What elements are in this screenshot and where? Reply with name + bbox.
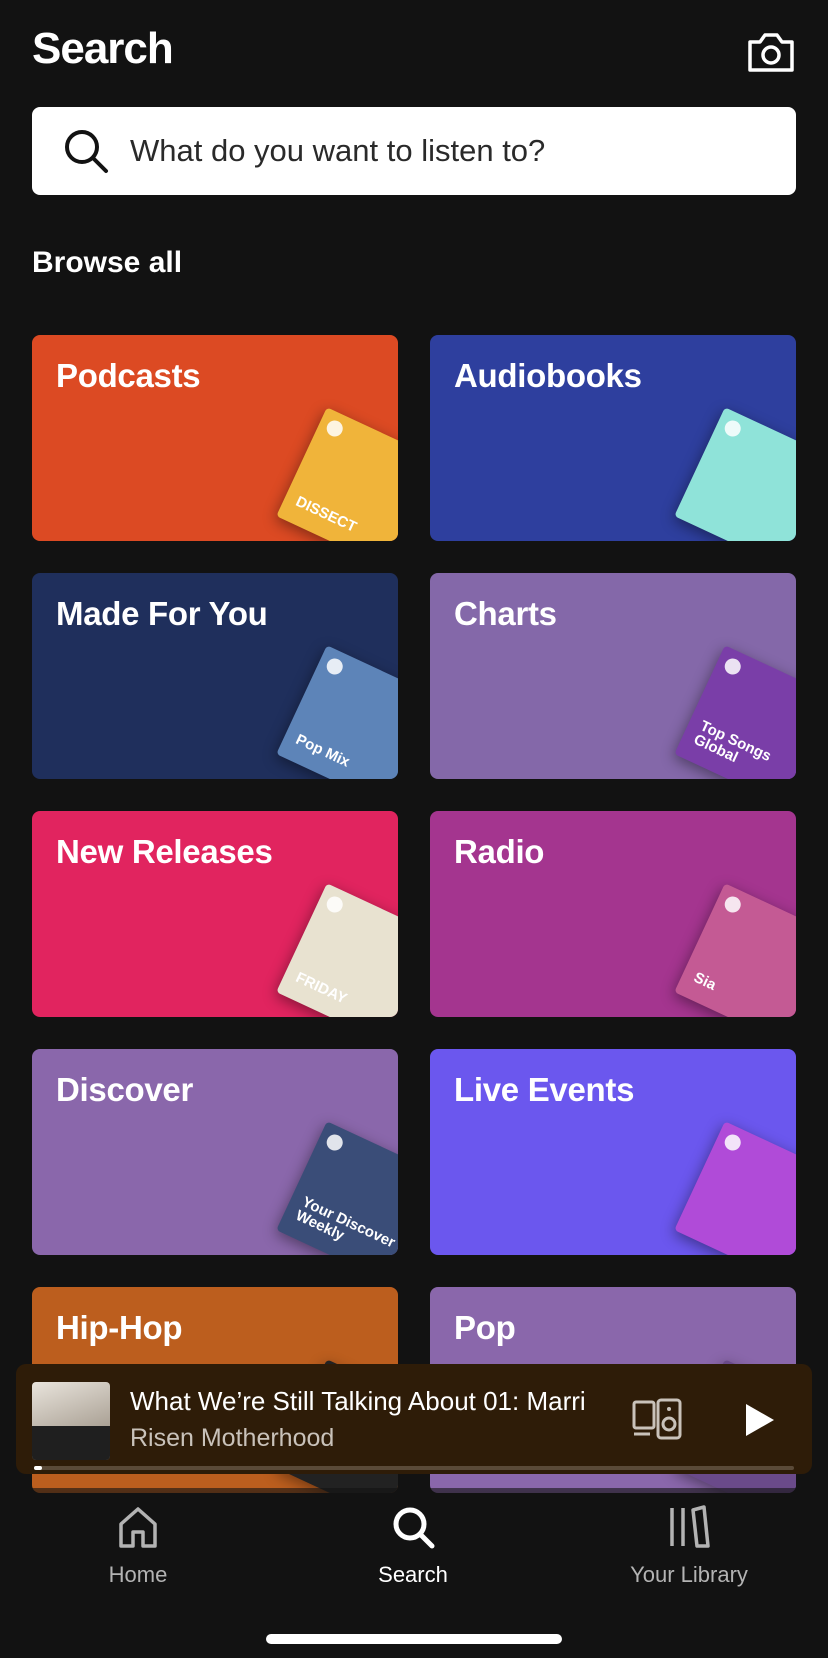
category-art: DISSECT — [276, 407, 398, 541]
category-label: Hip-Hop — [56, 1309, 183, 1346]
search-input[interactable] — [128, 132, 732, 170]
category-art: Your Discover Weekly — [276, 1121, 398, 1255]
progress-fill — [34, 1466, 42, 1470]
now-playing-artist: Risen Motherhood — [130, 1424, 335, 1452]
category-label: Radio — [454, 833, 545, 870]
category-art: FRIDAY — [276, 883, 398, 1017]
browse-all-heading: Browse all — [32, 246, 183, 279]
category-label: Discover — [56, 1071, 194, 1108]
devices-icon[interactable] — [632, 1398, 684, 1442]
category-art: Sia — [674, 883, 796, 1017]
category-label: Audiobooks — [454, 357, 642, 394]
category-card-new-releases[interactable]: New Releases FRIDAY — [32, 811, 398, 1017]
nav-label: Your Library — [630, 1562, 748, 1587]
category-card-audiobooks[interactable]: Audiobooks — [430, 335, 796, 541]
search-icon — [393, 1507, 435, 1549]
category-label: New Releases — [56, 833, 273, 870]
category-card-radio[interactable]: Radio Sia — [430, 811, 796, 1017]
category-art — [674, 407, 796, 541]
camera-icon — [748, 33, 794, 72]
category-label: Charts — [454, 595, 557, 632]
category-card-podcasts[interactable]: Podcasts DISSECT — [32, 335, 398, 541]
now-playing-title: What We’re Still Talking About 01: Marri — [130, 1386, 586, 1416]
nav-your-library[interactable]: Your Library — [589, 1504, 789, 1588]
episode-artwork — [32, 1382, 110, 1460]
nav-home[interactable]: Home — [38, 1504, 238, 1588]
category-art — [674, 1121, 796, 1255]
category-card-made-for-you[interactable]: Made For You Pop Mix — [32, 573, 398, 779]
category-label: Podcasts — [56, 357, 201, 394]
page-title: Search — [32, 24, 174, 73]
bottom-nav: Home Search Your Library — [0, 1488, 828, 1658]
category-label: Pop — [454, 1309, 516, 1346]
category-art: Top Songs Global — [674, 645, 796, 779]
nav-label: Search — [378, 1562, 448, 1587]
now-playing-bar[interactable]: What We’re Still Talking About 01: Marri… — [16, 1364, 812, 1474]
category-label: Live Events — [454, 1071, 635, 1108]
camera-button[interactable] — [746, 30, 796, 74]
play-icon[interactable] — [738, 1400, 778, 1440]
search-icon — [65, 130, 108, 173]
home-icon — [119, 1507, 157, 1548]
category-card-charts[interactable]: Charts Top Songs Global — [430, 573, 796, 779]
library-icon — [670, 1505, 710, 1548]
category-art: Pop Mix — [276, 645, 398, 779]
category-card-discover[interactable]: Discover Your Discover Weekly — [32, 1049, 398, 1255]
home-indicator[interactable] — [266, 1634, 562, 1644]
nav-label: Home — [108, 1562, 168, 1587]
playback-progress[interactable] — [34, 1466, 794, 1470]
search-field[interactable] — [32, 107, 796, 195]
category-label: Made For You — [56, 595, 268, 632]
category-card-live-events[interactable]: Live Events — [430, 1049, 796, 1255]
nav-search[interactable]: Search — [313, 1504, 513, 1588]
